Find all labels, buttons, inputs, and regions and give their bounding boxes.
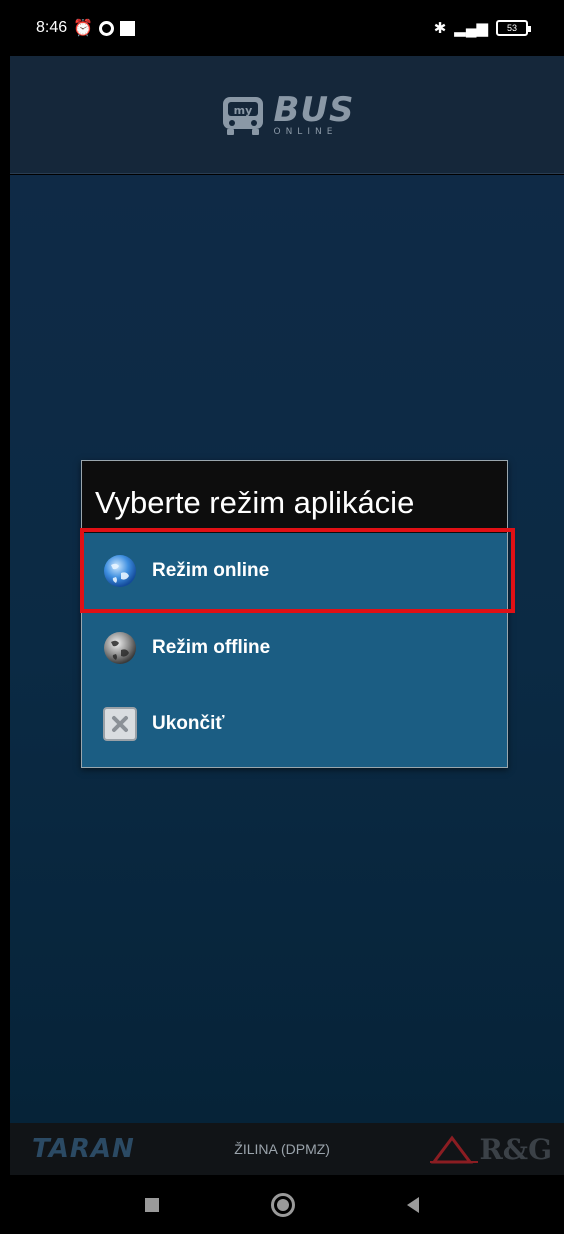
recent-apps-icon[interactable] xyxy=(145,1197,159,1212)
square-notification-icon xyxy=(120,20,136,36)
footer-bar: TARAN ŽILINA (DPMZ) R&G xyxy=(10,1123,564,1175)
alarm-icon: ⏰ xyxy=(73,20,94,37)
globe-offline-icon xyxy=(104,632,136,664)
option-exit[interactable]: Ukončiť xyxy=(82,686,507,762)
option-offline-label: Režim offline xyxy=(152,637,271,658)
app-logo: my BUS ONLINE xyxy=(219,93,354,137)
back-icon[interactable] xyxy=(407,1196,419,1213)
dialog-title: Vyberte režim aplikácie xyxy=(82,461,507,533)
rg-logo: R&G xyxy=(429,1132,552,1166)
option-exit-label: Ukončiť xyxy=(152,713,225,734)
battery-icon: 53 xyxy=(496,20,531,36)
bluetooth-icon: ✱ xyxy=(433,20,447,37)
logo-online: ONLINE xyxy=(273,126,338,137)
app-header: my BUS ONLINE xyxy=(10,56,564,174)
home-icon[interactable] xyxy=(271,1192,295,1217)
taran-logo: TARAN xyxy=(32,1134,135,1164)
option-offline[interactable]: Režim offline xyxy=(82,610,507,686)
option-online-label: Režim online xyxy=(152,560,270,581)
rg-text: R&G xyxy=(479,1132,552,1166)
logo-badge: my xyxy=(234,104,253,117)
circle-notification-icon xyxy=(99,20,115,36)
region-label: ŽILINA (DPMZ) xyxy=(234,1141,330,1157)
option-online[interactable]: Režim online xyxy=(82,533,507,609)
bus-icon: my xyxy=(223,96,264,135)
logo-text: BUS ONLINE xyxy=(273,93,354,137)
signal-icon: ▂▄▆ xyxy=(454,20,488,37)
battery-level: 53 xyxy=(506,23,517,33)
close-icon xyxy=(103,707,137,741)
status-time: 8:46 xyxy=(36,19,68,36)
globe-icon xyxy=(104,555,136,587)
status-left: 8:46 ⏰ xyxy=(36,18,136,38)
status-right: ✱ ▂▄▆ 53 xyxy=(433,19,531,37)
mode-select-dialog: Vyberte režim aplikácie Režim online Rež… xyxy=(81,460,508,768)
system-nav-bar xyxy=(0,1175,564,1234)
status-bar: 8:46 ⏰ ✱ ▂▄▆ 53 xyxy=(0,0,564,56)
triangle-logo-icon xyxy=(429,1135,478,1164)
logo-bus: BUS xyxy=(273,89,355,130)
